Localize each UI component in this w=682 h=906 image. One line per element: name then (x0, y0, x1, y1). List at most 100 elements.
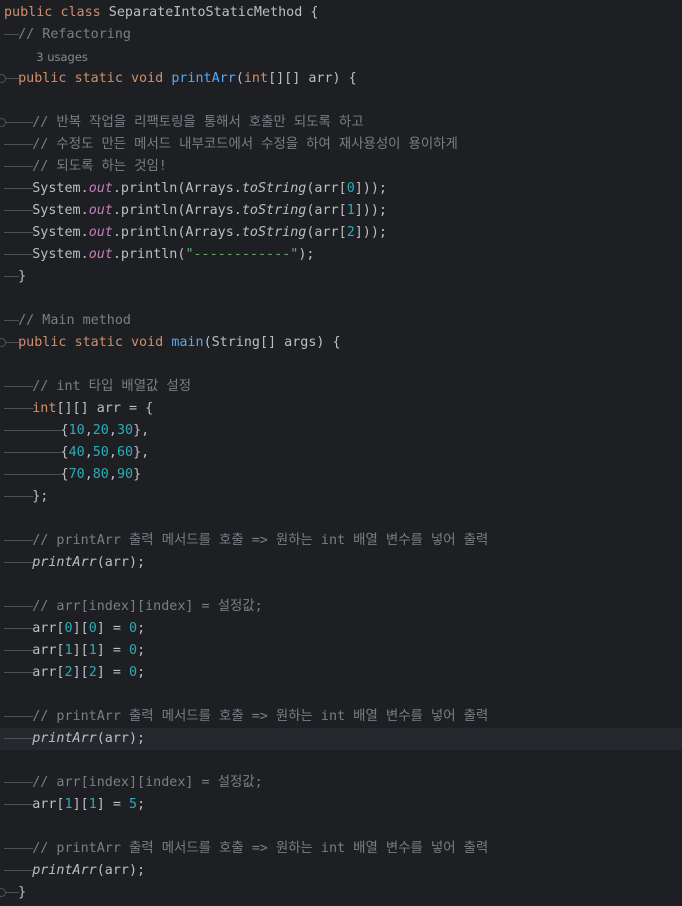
code-token: "------------" (185, 247, 299, 262)
code-line[interactable]: ————arr[2][2] = 0; (0, 662, 682, 684)
code-line[interactable]: ————printArr(arr); (0, 552, 682, 574)
code-token: ])); (354, 203, 387, 218)
code-line[interactable]: ————System.out.println(Arrays.toString(a… (0, 178, 682, 200)
code-token: .println( (112, 247, 186, 262)
code-line[interactable] (0, 684, 682, 706)
code-line[interactable]: ————printArr(arr); (0, 728, 682, 750)
code-token: 5 (129, 797, 138, 812)
code-token: class (60, 5, 101, 20)
code-line[interactable]: ——// Refactoring (0, 24, 682, 46)
code-token: } (18, 269, 27, 284)
code-line[interactable]: ————arr[0][0] = 0; (0, 618, 682, 640)
code-line[interactable]: ————System.out.println(Arrays.toString(a… (0, 222, 682, 244)
indent-guide: ———————— (4, 423, 61, 438)
code-token: ])); (354, 181, 387, 196)
code-line[interactable]: ————System.out.println(Arrays.toString(a… (0, 200, 682, 222)
code-line[interactable]: ————// printArr 출력 메서드를 호출 => 원하는 int 배열… (0, 838, 682, 860)
code-token: // arr[index][index] = 설정값; (32, 775, 263, 790)
indent-guide: ———— (4, 401, 33, 416)
code-token: 1 (346, 203, 355, 218)
code-token: arr[ (32, 621, 65, 636)
code-token: (arr[ (306, 203, 347, 218)
code-line[interactable] (0, 508, 682, 530)
code-line[interactable]: ————// int 타입 배열값 설정 (0, 376, 682, 398)
code-line[interactable]: ————}; (0, 486, 682, 508)
code-token: printArr (32, 731, 97, 746)
code-line[interactable] (0, 354, 682, 376)
code-token: // Main method (18, 313, 131, 328)
code-line[interactable] (0, 288, 682, 310)
code-token: .println(Arrays. (112, 203, 242, 218)
usages-hint[interactable]: 3 usages (36, 50, 88, 64)
code-token: System. (32, 181, 89, 196)
code-token: (arr); (96, 731, 146, 746)
code-line[interactable] (0, 750, 682, 772)
code-token: 0 (129, 621, 138, 636)
indent-guide: ———— (4, 555, 33, 570)
code-line[interactable]: ————arr[1][1] = 5; (0, 794, 682, 816)
code-token: ][ (72, 621, 89, 636)
code-token: arr[ (32, 797, 65, 812)
code-editor[interactable]: public class SeparateIntoStaticMethod {—… (0, 0, 682, 906)
code-line[interactable] (0, 574, 682, 596)
code-line[interactable]: ————// arr[index][index] = 설정값; (0, 596, 682, 618)
code-line[interactable]: ————// 수정도 만든 메서드 내부코드에서 수정을 하여 재사용성이 용이… (0, 134, 682, 156)
code-token: 20 (92, 423, 109, 438)
code-token: 2 (346, 225, 355, 240)
code-line[interactable]: ——} (0, 266, 682, 288)
code-token: static (74, 71, 123, 86)
code-token: 40 (68, 445, 85, 460)
code-token: [][] arr = { (56, 401, 154, 416)
code-token: public (4, 5, 53, 20)
indent-guide: ———— (4, 841, 33, 856)
code-token: public (18, 71, 67, 86)
code-line[interactable]: ————// printArr 출력 메서드를 호출 => 원하는 int 배열… (0, 530, 682, 552)
code-line[interactable]: ————arr[1][1] = 0; (0, 640, 682, 662)
code-line[interactable]: ————————{40,50,60}, (0, 442, 682, 464)
code-line[interactable]: ————// printArr 출력 메서드를 호출 => 원하는 int 배열… (0, 706, 682, 728)
code-token: public (18, 335, 67, 350)
code-line[interactable]: ————// 반복 작업을 리팩토링을 통해서 호출만 되도록 하고 (0, 112, 682, 134)
code-token: ; (137, 665, 146, 680)
code-token: 0 (129, 643, 138, 658)
code-token: out (88, 247, 113, 262)
code-line[interactable]: ——public static void printArr(int[][] ar… (0, 68, 682, 90)
indent-guide: —— (4, 269, 19, 284)
code-line[interactable]: ————// arr[index][index] = 설정값; (0, 772, 682, 794)
code-token: static (74, 335, 123, 350)
code-token: SeparateIntoStaticMethod { (100, 5, 319, 20)
code-line[interactable] (0, 90, 682, 112)
code-token: [][] arr) { (268, 71, 357, 86)
indent-guide: ———— (4, 115, 33, 130)
code-token: { (60, 445, 69, 460)
code-line[interactable]: ————int[][] arr = { (0, 398, 682, 420)
code-token: // int 타입 배열값 설정 (32, 379, 192, 394)
code-line[interactable]: ————printArr(arr); (0, 860, 682, 882)
indent-guide: ———— (4, 379, 33, 394)
code-line[interactable] (0, 816, 682, 838)
code-line[interactable]: ————————{70,80,90} (0, 464, 682, 486)
code-line[interactable]: ————// 되도록 하는 것임! (0, 156, 682, 178)
code-token: ][ (72, 797, 89, 812)
code-line[interactable]: ————————{10,20,30}, (0, 420, 682, 442)
code-token: toString (241, 203, 307, 218)
code-line[interactable]: ————System.out.println("------------"); (0, 244, 682, 266)
code-line[interactable]: ——} (0, 882, 682, 904)
code-line[interactable]: ——// Main method (0, 310, 682, 332)
code-token: printArr (171, 71, 236, 86)
code-token: // printArr 출력 메서드를 호출 => 원하는 int 배열 변수를… (32, 841, 489, 856)
code-line[interactable]: ——public static void main(String[] args)… (0, 332, 682, 354)
code-token: 0 (129, 665, 138, 680)
code-line[interactable]: 3 usages (0, 46, 682, 68)
indent-guide: ———— (4, 709, 33, 724)
code-token: arr[ (32, 643, 65, 658)
code-line[interactable]: public class SeparateIntoStaticMethod { (0, 2, 682, 24)
code-token: ; (137, 797, 146, 812)
code-token: printArr (32, 555, 97, 570)
code-token: }, (133, 423, 150, 438)
code-token: // printArr 출력 메서드를 호출 => 원하는 int 배열 변수를… (32, 533, 489, 548)
indent-guide: ———————— (4, 467, 61, 482)
code-token: 1 (88, 643, 97, 658)
code-token: } (133, 467, 142, 482)
code-token: , (108, 423, 117, 438)
